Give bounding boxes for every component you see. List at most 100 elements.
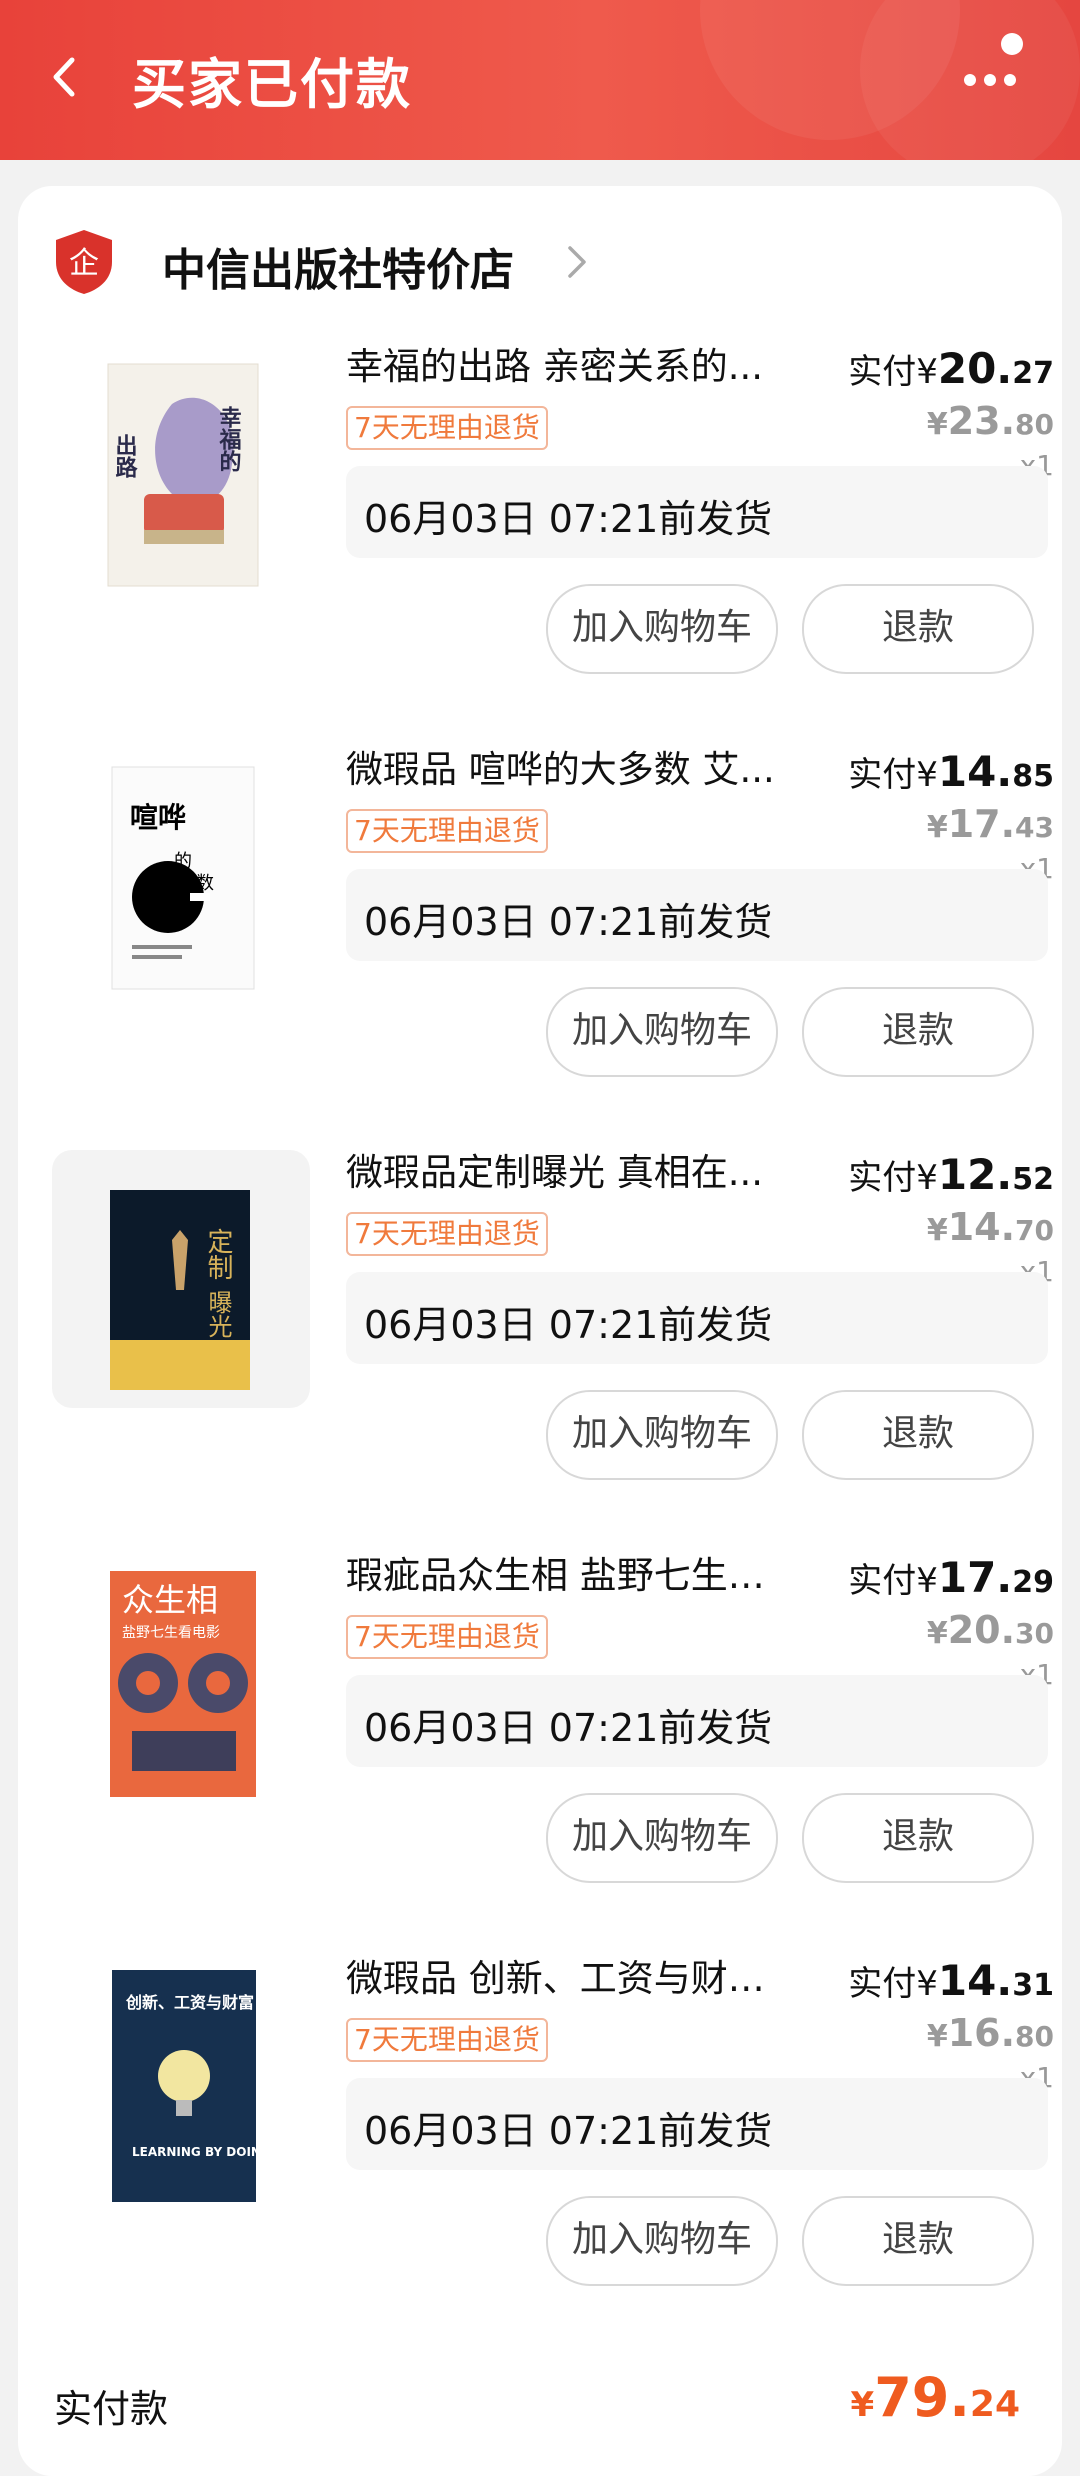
paid-currency: ¥ (916, 1964, 938, 2004)
shipping-deadline-box: 06月03日 07:21前发货 (346, 466, 1048, 558)
refund-button[interactable]: 退款 (802, 1793, 1034, 1883)
return-policy-badge: 7天无理由退货 (346, 406, 548, 450)
product-thumbnail[interactable]: 创新、工资与财富 LEARNING BY DOING (52, 1956, 310, 2214)
add-to-cart-button[interactable]: 加入购物车 (546, 1390, 778, 1480)
price-block: 实付¥12.52 ¥14.70 x1 (824, 1150, 1054, 1288)
add-to-cart-button[interactable]: 加入购物车 (546, 584, 778, 674)
shop-header[interactable]: 企 中信出版社特价店 (54, 228, 754, 298)
return-policy-badge: 7天无理由退货 (346, 1615, 548, 1659)
total-int: 79. (874, 2366, 970, 2429)
enterprise-badge-text: 企 (69, 246, 99, 281)
return-policy-badge: 7天无理由退货 (346, 1212, 548, 1256)
paid-price: 实付¥14.85 (824, 747, 1054, 796)
add-to-cart-button[interactable]: 加入购物车 (546, 1793, 778, 1883)
cover-title: 众生相 (122, 1581, 218, 1619)
product-thumbnail[interactable]: 定制 曝光 (52, 1150, 310, 1408)
original-price: ¥17.43 (824, 802, 1054, 846)
shipping-deadline-box: 06月03日 07:21前发货 (346, 869, 1048, 961)
total-amount: ¥79.24 (851, 2366, 1020, 2429)
product-title[interactable]: 瑕疵品众生相 盐野七生看... (346, 1553, 792, 1599)
back-button[interactable] (40, 52, 90, 102)
original-price: ¥14.70 (824, 1205, 1054, 1249)
more-options-button[interactable] (950, 24, 1030, 104)
paid-label: 实付 (848, 755, 917, 795)
order-item: 定制 曝光 微瑕品定制曝光 真相在... 7天无理由退货 实付¥12.52 ¥1… (18, 1136, 1062, 1539)
add-to-cart-button[interactable]: 加入购物车 (546, 987, 778, 1077)
orig-int: 16. (947, 2011, 1016, 2055)
orig-dec: 80 (1015, 408, 1054, 441)
orig-dec: 30 (1015, 1617, 1054, 1650)
paid-dec: 29 (1012, 1565, 1054, 1600)
shipping-deadline: 06月03日 07:21前发货 (364, 2109, 773, 2153)
cover-title: 出路 (112, 434, 138, 478)
cover-subtitle: LEARNING BY DOING (132, 2145, 271, 2159)
chevron-right-icon (568, 246, 586, 278)
page-title: 买家已付款 (132, 53, 412, 116)
price-block: 实付¥14.31 ¥16.80 x1 (824, 1956, 1054, 2094)
shipping-deadline-box: 06月03日 07:21前发货 (346, 1675, 1048, 1767)
back-arrow-icon (53, 57, 75, 97)
add-to-cart-button[interactable]: 加入购物车 (546, 2196, 778, 2286)
order-card: 企 中信出版社特价店 幸福的 出路 幸福的出路 亲密关系的... 7天无理由退货… (18, 186, 1062, 2476)
product-thumbnail[interactable]: 众生相 盐野七生看电影 (52, 1553, 310, 1811)
total-dec: 24 (969, 2384, 1020, 2425)
paid-label: 实付 (848, 352, 917, 392)
paid-label: 实付 (848, 1964, 917, 2004)
paid-price: 实付¥17.29 (824, 1553, 1054, 1602)
price-block: 实付¥17.29 ¥20.30 x1 (824, 1553, 1054, 1691)
paid-int: 14. (937, 1956, 1013, 2005)
book-cover-image: 喧哗 的 大多数 (52, 747, 310, 1005)
orig-dec: 70 (1015, 1214, 1054, 1247)
shipping-deadline: 06月03日 07:21前发货 (364, 900, 773, 944)
more-options-icon (964, 33, 1023, 86)
product-title[interactable]: 微瑕品定制曝光 真相在... (346, 1150, 792, 1196)
paid-price: 实付¥12.52 (824, 1150, 1054, 1199)
paid-int: 20. (937, 344, 1013, 393)
paid-label: 实付 (848, 1561, 917, 1601)
orig-currency: ¥ (926, 810, 948, 845)
product-title[interactable]: 微瑕品 喧哗的大多数 艾... (346, 747, 792, 793)
total-payment-row: 实付款 ¥79.24 (18, 2366, 1062, 2446)
price-block: 实付¥20.27 ¥23.80 x1 (824, 344, 1054, 482)
cover-title: 曝光 (204, 1290, 232, 1338)
cover-title: 创新、工资与财富 (125, 1993, 254, 2012)
orig-int: 14. (947, 1205, 1016, 1249)
product-thumbnail[interactable]: 幸福的 出路 (52, 344, 310, 602)
book-cover-image: 定制 曝光 (52, 1150, 310, 1408)
refund-button[interactable]: 退款 (802, 584, 1034, 674)
paid-int: 12. (937, 1150, 1013, 1199)
product-thumbnail[interactable]: 喧哗 的 大多数 (52, 747, 310, 1005)
orig-int: 23. (947, 399, 1016, 443)
cover-title: 的 (174, 851, 192, 872)
refund-button[interactable]: 退款 (802, 1390, 1034, 1480)
original-price: ¥16.80 (824, 2011, 1054, 2055)
paid-currency: ¥ (916, 352, 938, 392)
total-label: 实付款 (54, 2387, 169, 2431)
cover-title: 幸福的 (216, 405, 243, 472)
enterprise-badge-icon: 企 (56, 230, 112, 294)
paid-price: 实付¥20.27 (824, 344, 1054, 393)
paid-label: 实付 (848, 1158, 917, 1198)
orig-currency: ¥ (926, 407, 948, 442)
paid-currency: ¥ (916, 755, 938, 795)
shipping-deadline: 06月03日 07:21前发货 (364, 497, 773, 541)
shipping-deadline: 06月03日 07:21前发货 (364, 1706, 773, 1750)
order-item: 幸福的 出路 幸福的出路 亲密关系的... 7天无理由退货 实付¥20.27 ¥… (18, 330, 1062, 733)
return-policy-badge: 7天无理由退货 (346, 809, 548, 853)
product-title[interactable]: 微瑕品 创新、工资与财富... (346, 1956, 792, 2002)
shop-name: 中信出版社特价店 (162, 245, 514, 296)
paid-currency: ¥ (916, 1158, 938, 1198)
paid-dec: 85 (1012, 759, 1054, 794)
header-bar: 买家已付款 (0, 0, 1080, 160)
refund-button[interactable]: 退款 (802, 2196, 1034, 2286)
paid-int: 17. (937, 1553, 1013, 1602)
product-title[interactable]: 幸福的出路 亲密关系的... (346, 344, 792, 390)
order-item: 创新、工资与财富 LEARNING BY DOING 微瑕品 创新、工资与财富.… (18, 1942, 1062, 2345)
original-price: ¥23.80 (824, 399, 1054, 443)
orig-currency: ¥ (926, 1616, 948, 1651)
refund-button[interactable]: 退款 (802, 987, 1034, 1077)
order-item: 众生相 盐野七生看电影 瑕疵品众生相 盐野七生看... 7天无理由退货 实付¥1… (18, 1539, 1062, 1942)
book-cover-image: 创新、工资与财富 LEARNING BY DOING (52, 1956, 310, 2214)
total-currency: ¥ (850, 2385, 875, 2425)
original-price: ¥20.30 (824, 1608, 1054, 1652)
